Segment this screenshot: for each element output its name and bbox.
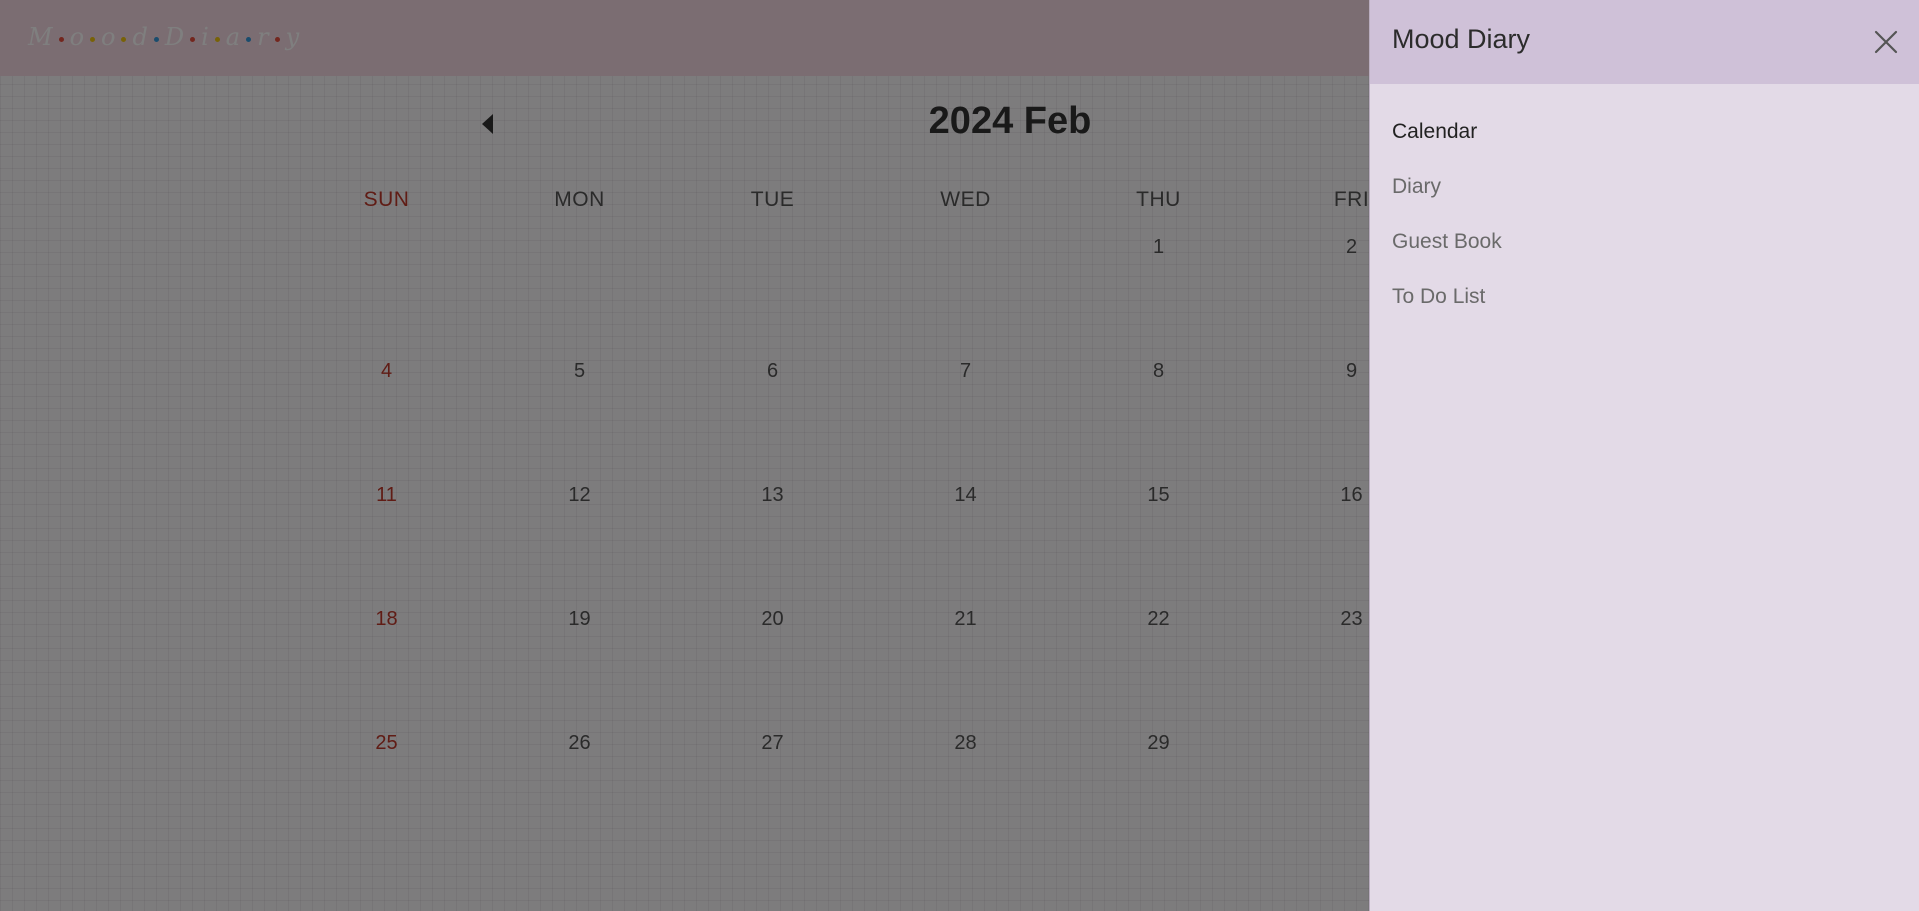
drawer-header: Mood Diary [1370,0,1919,84]
drawer-nav-item-guest-book[interactable]: Guest Book [1392,230,1502,285]
close-drawer-button[interactable] [1873,29,1899,55]
drawer-nav-item-diary[interactable]: Diary [1392,175,1502,230]
side-drawer: Mood Diary Calendar Diary Guest Book To Do … [1369,0,1919,911]
app-page: MoodDiary 2024 Feb SUNMONTUEWEDTHUFRI 12… [0,0,1919,911]
drawer-nav-item-to-do-list[interactable]: To Do List [1392,285,1502,340]
drawer-nav-item-calendar[interactable]: Calendar [1392,120,1502,175]
drawer-nav: Calendar Diary Guest Book To Do List [1392,120,1502,340]
close-icon [1874,30,1898,54]
drawer-title: Mood Diary [1392,24,1531,54]
